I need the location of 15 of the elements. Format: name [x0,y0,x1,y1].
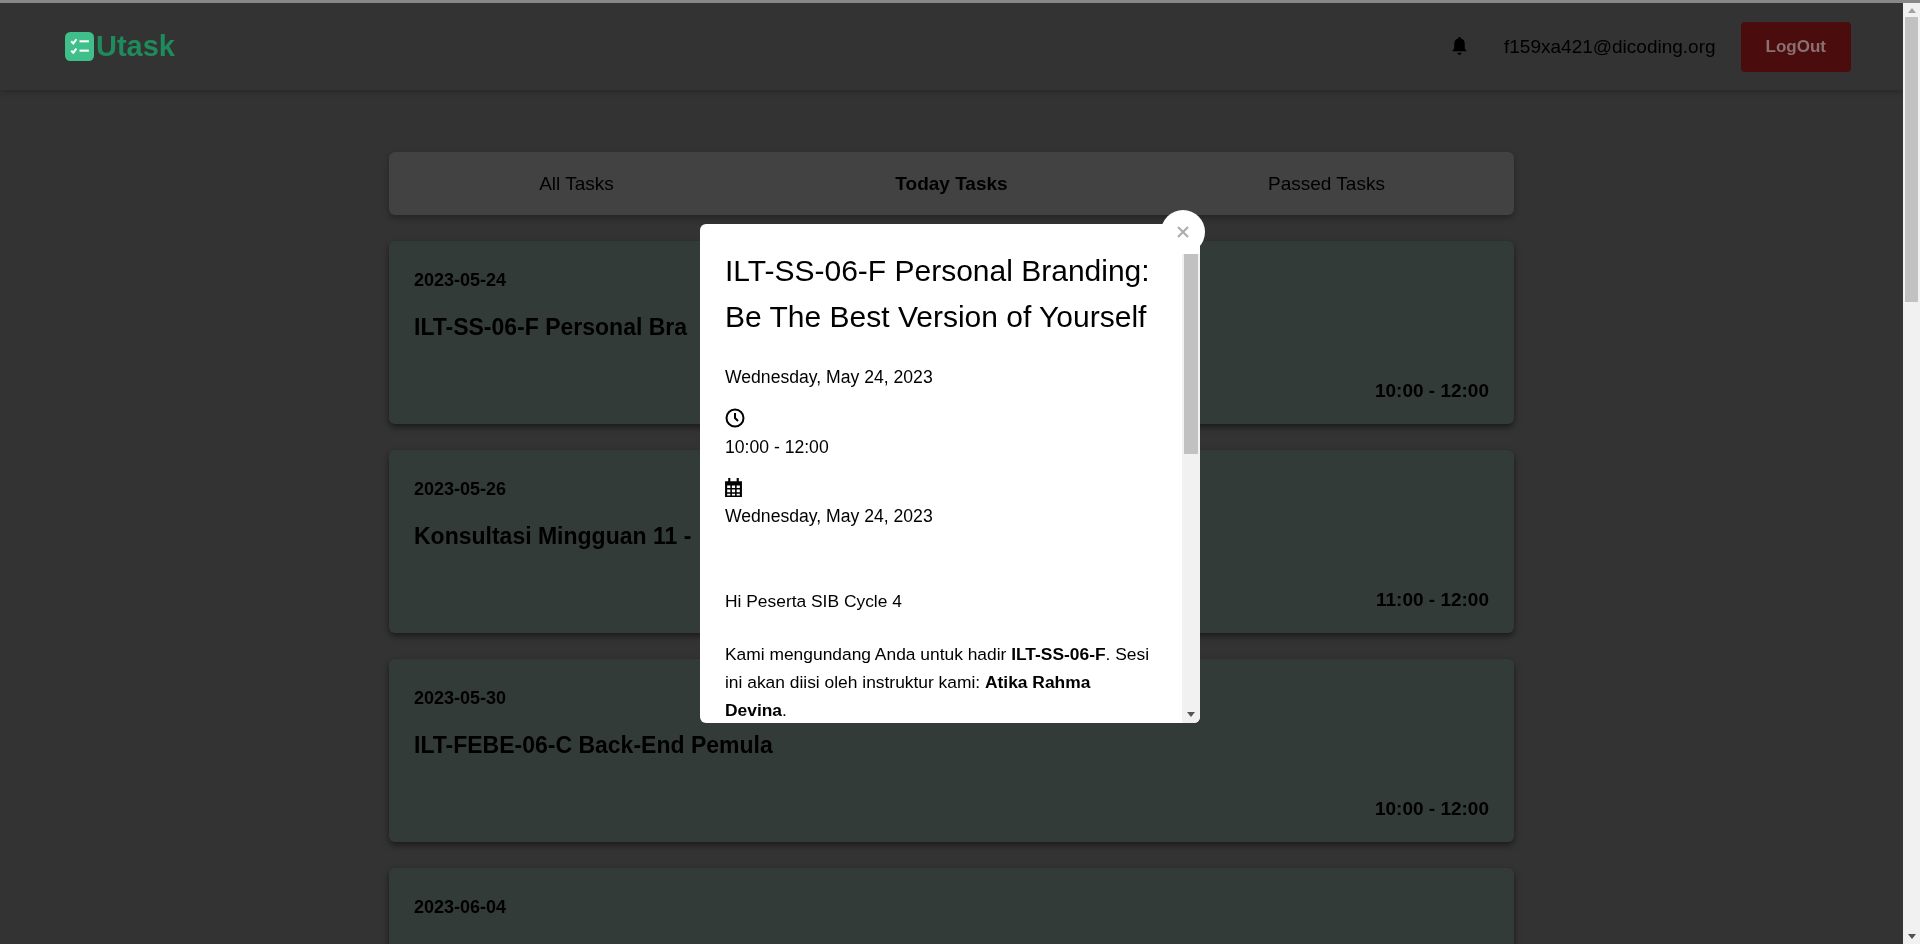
event-date: Wednesday, May 24, 2023 [725,505,934,527]
task-title: ILT-SS-06-F Personal Bra [414,314,688,341]
event-date: Wednesday, May 24, 2023 [725,366,934,388]
task-time: 10:00 - 12:00 [1374,380,1489,402]
task-date: 2023-05-26 [414,479,507,500]
task-date: 2023-05-30 [414,688,507,709]
description-paragraph: Hi Peserta SIB Cycle 4 [725,590,903,613]
task-time: 10:00 - 12:00 [1374,798,1489,820]
task-title: ILT-FEBE-06-C Back-End Pemula [414,732,773,759]
task-date: 2023-05-24 [414,270,507,291]
dialog-title: ILT-SS-06-F Personal Branding: Be The Best Version of Yourself [725,253,1151,335]
task-time: 11:00 - 12:00 [1375,589,1489,611]
event-time: 10:00 - 12:00 [725,436,830,458]
task-date: 2023-06-04 [414,897,507,918]
task-title: Konsultasi Mingguan 11 - [414,523,692,550]
